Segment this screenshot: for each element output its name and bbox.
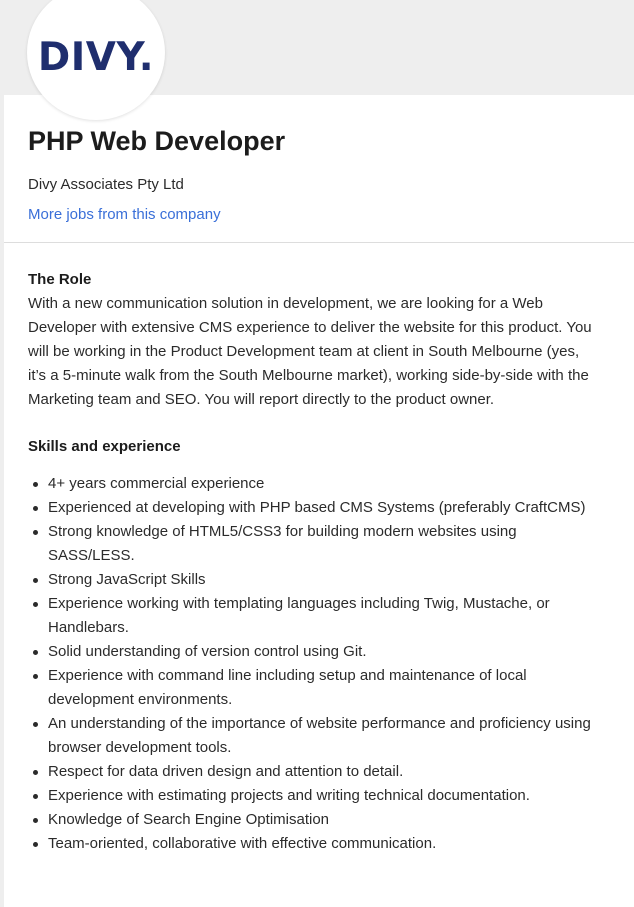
list-item: Strong JavaScript Skills (33, 568, 598, 592)
company-logo-text: DIVY. (37, 35, 155, 80)
more-jobs-link[interactable]: More jobs from this company (28, 205, 221, 225)
list-item: Experienced at developing with PHP based… (33, 496, 598, 520)
skills-list: 4+ years commercial experience Experienc… (28, 472, 598, 856)
job-title: PHP Web Developer (28, 126, 286, 156)
list-item: Respect for data driven design and atten… (33, 760, 598, 784)
list-item: Strong knowledge of HTML5/CSS3 for build… (33, 520, 598, 568)
list-item: Experience with command line including s… (33, 664, 598, 712)
list-item: Knowledge of Search Engine Optimisation (33, 808, 598, 832)
company-name: Divy Associates Pty Ltd (28, 176, 184, 193)
job-header: PHP Web Developer Divy Associates Pty Lt… (28, 123, 285, 225)
list-item: An understanding of the importance of we… (33, 712, 598, 760)
job-description: The Role With a new communication soluti… (28, 268, 598, 856)
list-item: Experience working with templating langu… (33, 592, 598, 640)
list-item: Experience with estimating projects and … (33, 784, 598, 808)
role-heading: The Role (28, 271, 92, 288)
list-item: Solid understanding of version control u… (33, 640, 598, 664)
list-item: 4+ years commercial experience (33, 472, 598, 496)
role-description: With a new communication solution in dev… (28, 295, 592, 408)
skills-heading: Skills and experience (28, 438, 181, 455)
header-divider (4, 242, 634, 243)
list-item: Team-oriented, collaborative with effect… (33, 832, 598, 856)
job-listing-page: DIVY. PHP Web Developer Divy Associates … (0, 0, 634, 907)
